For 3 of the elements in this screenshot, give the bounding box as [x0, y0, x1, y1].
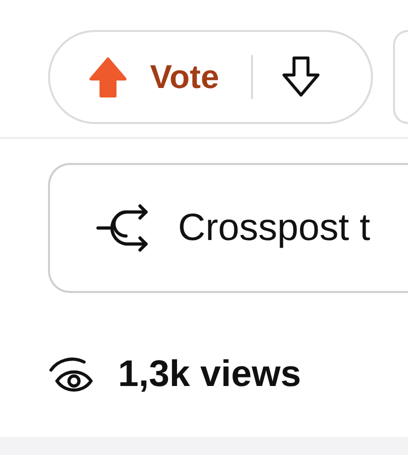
upvote-button[interactable]: Vote [84, 53, 220, 101]
views-count: 1,3k views [118, 353, 302, 395]
crosspost-button[interactable]: Crosspost t [48, 163, 408, 293]
